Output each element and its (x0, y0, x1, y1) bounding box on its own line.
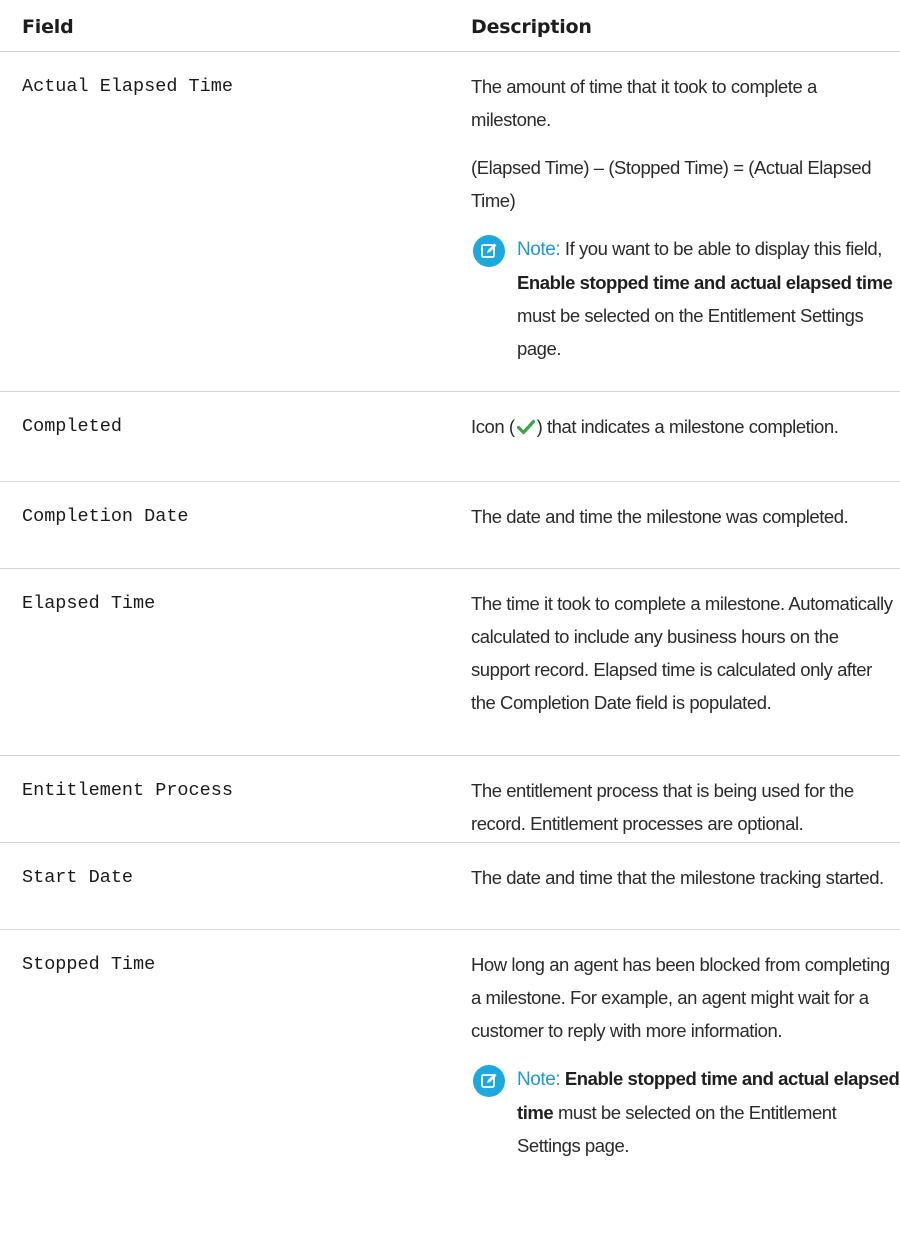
field-name: Elapsed Time (22, 593, 156, 614)
description-paragraph: How long an agent has been blocked from … (471, 954, 890, 1041)
pencil-note-icon (473, 1065, 505, 1097)
field-name: Completion Date (22, 506, 189, 527)
field-name: Entitlement Process (22, 780, 233, 801)
field-description-table: Field Description Actual Elapsed Time Th… (0, 0, 900, 1240)
field-name: Start Date (22, 867, 134, 888)
description-column-header: Description (471, 16, 592, 38)
table-row: Entitlement Process The entitlement proc… (0, 756, 900, 843)
field-description: Icon ( ) that indicates a milestone compl… (471, 392, 900, 481)
note-text: must be selected on the Entitlement Sett… (517, 1102, 837, 1156)
field-description: The date and time the milestone was comp… (471, 506, 849, 527)
field-description: The date and time that the milestone tra… (471, 867, 884, 888)
pencil-note-icon (473, 235, 505, 267)
field-name: Stopped Time (22, 954, 156, 975)
table-row: Start Date The date and time that the mi… (0, 843, 900, 930)
note-label: Note: (517, 1069, 561, 1090)
field-name: Completed (22, 416, 122, 437)
table-row: Elapsed Time The time it took to complet… (0, 569, 900, 756)
field-name: Actual Elapsed Time (22, 76, 233, 97)
note-box: Note: If you want to be able to display … (471, 232, 900, 365)
field-description: How long an agent has been blocked from … (471, 930, 900, 1240)
table-row: Completion Date The date and time the mi… (0, 482, 900, 569)
table-row: Stopped Time How long an agent has been … (0, 930, 900, 1240)
note-text: If you want to be able to display this f… (564, 238, 883, 259)
note-bold-setting: Enable stopped time and actual elapsed t… (517, 272, 893, 293)
note-box: Note: Enable stopped time and actual ela… (471, 1062, 900, 1162)
description-text: ) that indicates a milestone completion. (536, 416, 839, 437)
description-paragraph: The amount of time that it took to compl… (471, 76, 817, 130)
table-header: Field Description (0, 0, 900, 52)
note-text: must be selected on the Entitlement Sett… (517, 305, 864, 359)
description-text: Icon ( (471, 416, 515, 437)
field-description: The amount of time that it took to compl… (471, 52, 900, 391)
description-paragraph: (Elapsed Time) – (Stopped Time) = (Actua… (471, 157, 872, 211)
field-column-header: Field (22, 16, 74, 38)
table-row: Completed Icon ( ) that indicates a miles… (0, 392, 900, 482)
field-description: The time it took to complete a milestone… (471, 593, 893, 713)
note-label: Note: (517, 239, 561, 260)
table-row: Actual Elapsed Time The amount of time t… (0, 52, 900, 392)
checkmark-icon (516, 412, 535, 445)
field-description: The entitlement process that is being us… (471, 780, 854, 834)
